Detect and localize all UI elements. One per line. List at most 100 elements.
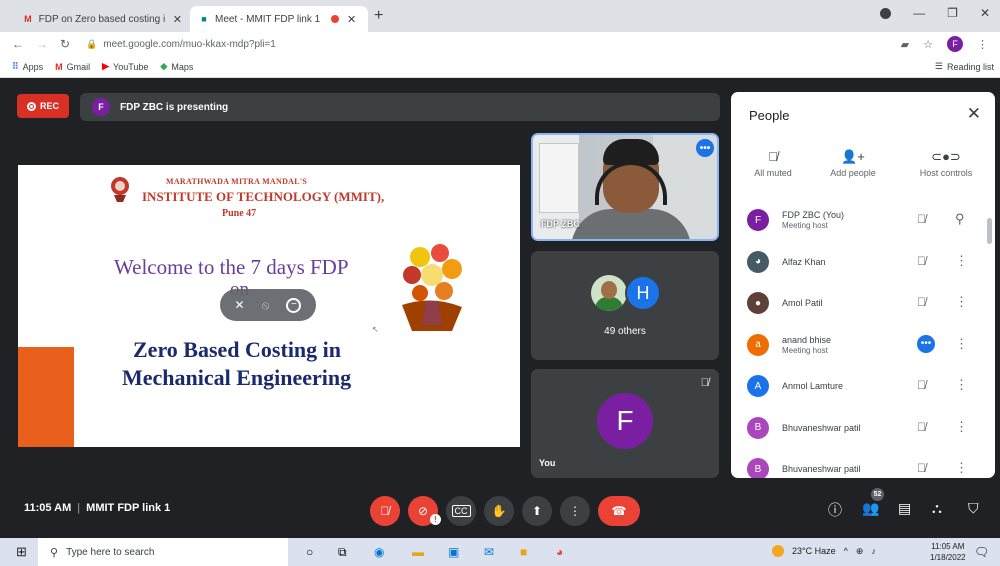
edge-icon[interactable]: ◉: [374, 545, 384, 559]
list-item[interactable]: B Bhuvaneshwar patil 🎙̸ ⋮: [731, 410, 995, 452]
bookmark-gmail[interactable]: M Gmail: [55, 62, 90, 72]
list-item[interactable]: A Anmol Lamture 🎙̸ ⋮: [731, 368, 995, 410]
search-placeholder: Type here to search: [66, 546, 155, 558]
participant-tile-presenter[interactable]: ••• FDP ZBC: [531, 133, 719, 241]
media-icon[interactable]: ■: [520, 545, 527, 559]
taskbar-search[interactable]: ⚲ Type here to search: [38, 538, 288, 566]
reading-list-button[interactable]: ☰ Reading list: [935, 61, 994, 72]
notification-icon[interactable]: 🗨: [974, 545, 989, 559]
list-item[interactable]: F FDP ZBC (You) Meeting host 🎙̸ ⚲: [731, 202, 995, 244]
participant-tile-others[interactable]: H 49 others: [531, 251, 719, 360]
minimize-icon[interactable]: −: [286, 297, 302, 313]
cortana-icon[interactable]: ○: [306, 545, 313, 559]
tab-meet[interactable]: ■ Meet - MMIT FDP link 1 ✕: [190, 6, 368, 32]
camera-in-use-icon[interactable]: [880, 7, 892, 19]
clock-time: 11:05 AM: [931, 542, 965, 551]
mic-off-icon[interactable]: 🎙̸: [917, 254, 926, 268]
host-controls-button[interactable]: ⊂●⊃ Host controls: [906, 146, 986, 178]
more-options-icon[interactable]: •••: [696, 139, 714, 157]
task-view-icon[interactable]: ⧉: [338, 545, 347, 560]
tile-name: You: [539, 458, 556, 468]
network-icon[interactable]: ⊕: [856, 546, 864, 557]
menu-icon[interactable]: ⋮: [977, 38, 988, 51]
action-label: All muted: [754, 168, 792, 178]
all-muted-button[interactable]: 🎙̸ All muted: [733, 146, 813, 178]
chevron-up-icon[interactable]: ^: [844, 546, 848, 556]
bookmark-maps[interactable]: ◆ Maps: [160, 61, 193, 72]
participant-tile-self[interactable]: 🎙̸ F You: [531, 369, 719, 478]
list-item[interactable]: ● Amol Patil 🎙̸ ⋮: [731, 285, 995, 327]
more-options-button[interactable]: ⋮: [560, 496, 590, 526]
close-panel-button[interactable]: ✕: [967, 104, 981, 124]
taskbar-clock[interactable]: 11:05 AM 1/18/2022: [930, 541, 966, 563]
mute-icon[interactable]: ⦸: [262, 298, 270, 313]
present-button[interactable]: ⬆: [522, 496, 552, 526]
apps-icon: ⠿: [12, 61, 19, 71]
reload-icon[interactable]: ↻: [60, 37, 70, 51]
mail-icon[interactable]: ✉: [484, 545, 494, 559]
mic-off-icon[interactable]: 🎙̸: [917, 420, 926, 434]
slide-org-line1: MARATHWADA MITRA MANDAL'S: [166, 177, 308, 186]
tile-name: FDP ZBC: [541, 219, 580, 229]
participant-photo-avatar: [591, 275, 627, 311]
more-options-icon[interactable]: ⋮: [955, 377, 968, 393]
more-options-icon[interactable]: ⋮: [955, 294, 968, 310]
mic-off-icon[interactable]: 🎙̸: [917, 212, 926, 226]
speaking-indicator-icon: •••: [917, 334, 935, 353]
captions-button[interactable]: CC: [446, 496, 476, 526]
shield-icon: ⛉: [968, 500, 979, 516]
more-options-icon[interactable]: ⋮: [955, 460, 968, 476]
close-icon[interactable]: ✕: [347, 13, 356, 26]
close-icon[interactable]: ✕: [173, 13, 182, 26]
recording-badge[interactable]: REC: [17, 94, 69, 118]
store-icon[interactable]: ▣: [448, 545, 459, 559]
star-icon[interactable]: ☆: [923, 38, 933, 51]
list-item[interactable]: a anand bhise Meeting host ••• ⋮: [731, 327, 995, 369]
pin-icon[interactable]: ⚲: [955, 211, 965, 227]
file-explorer-icon[interactable]: ▬: [412, 545, 424, 559]
list-item[interactable]: ◕ Alfaz Khan 🎙̸ ⋮: [731, 244, 995, 286]
minimize-button[interactable]: —: [913, 6, 925, 20]
weather-icon[interactable]: [772, 545, 784, 557]
people-button[interactable]: 👥: [862, 500, 879, 517]
scrollbar[interactable]: [987, 218, 992, 244]
more-options-icon[interactable]: ⋮: [955, 253, 968, 269]
address-bar: ← → ↻ 🔒 meet.google.com/muo-kkax-mdp?pli…: [0, 32, 1000, 56]
profile-avatar[interactable]: F: [947, 36, 963, 52]
forward-icon[interactable]: →: [36, 37, 48, 51]
list-item[interactable]: B Bhuvaneshwar patil 🎙̸ ⋮: [731, 451, 995, 478]
lock-icon[interactable]: 🔒: [86, 39, 97, 50]
tab-gmail[interactable]: M FDP on Zero based costing in Me ✕: [14, 6, 190, 32]
more-options-icon[interactable]: ⋮: [955, 419, 968, 435]
new-tab-button[interactable]: +: [374, 7, 383, 25]
chat-button[interactable]: ▤: [898, 500, 911, 517]
more-options-icon[interactable]: ⋮: [955, 336, 968, 352]
leave-call-button[interactable]: ☎: [598, 496, 640, 526]
back-icon[interactable]: ←: [12, 37, 24, 51]
bookmark-youtube[interactable]: ▶ YouTube: [102, 61, 148, 72]
mic-off-icon[interactable]: 🎙̸: [917, 378, 926, 392]
restore-button[interactable]: ❐: [947, 6, 958, 20]
raise-hand-button[interactable]: ✋: [484, 496, 514, 526]
meeting-info: 11:05 AM | MMIT FDP link 1: [24, 502, 170, 514]
pin-off-icon[interactable]: ✕: [235, 298, 245, 312]
mic-off-icon[interactable]: 🎙̸: [917, 295, 926, 309]
mic-toggle-button[interactable]: 🎙̸: [370, 496, 400, 526]
meeting-details-button[interactable]: ⓘ: [828, 500, 842, 520]
video-whiteboard: [539, 143, 579, 213]
weather-text[interactable]: 23°C Haze: [792, 546, 836, 556]
window-close-button[interactable]: ✕: [980, 6, 990, 20]
mic-off-icon[interactable]: 🎙̸: [917, 461, 926, 475]
add-people-button[interactable]: 👤+ Add people: [813, 146, 893, 178]
bookmark-apps[interactable]: ⠿ Apps: [12, 61, 43, 72]
url-field[interactable]: 🔒 meet.google.com/muo-kkax-mdp?pli=1: [86, 39, 276, 50]
camera-permission-icon[interactable]: ▰: [901, 38, 909, 51]
gmail-icon: M: [55, 61, 63, 72]
window-controls: — ❐ ✕: [880, 6, 990, 20]
camera-off-icon: ⊘: [417, 504, 429, 518]
chrome-icon[interactable]: ◕: [556, 545, 563, 559]
activities-button[interactable]: ⛬: [932, 500, 942, 517]
host-controls-shield-button[interactable]: ⛉: [968, 500, 979, 517]
speaker-icon[interactable]: ♪: [871, 546, 876, 556]
windows-start-icon[interactable]: ⊞: [16, 544, 27, 560]
